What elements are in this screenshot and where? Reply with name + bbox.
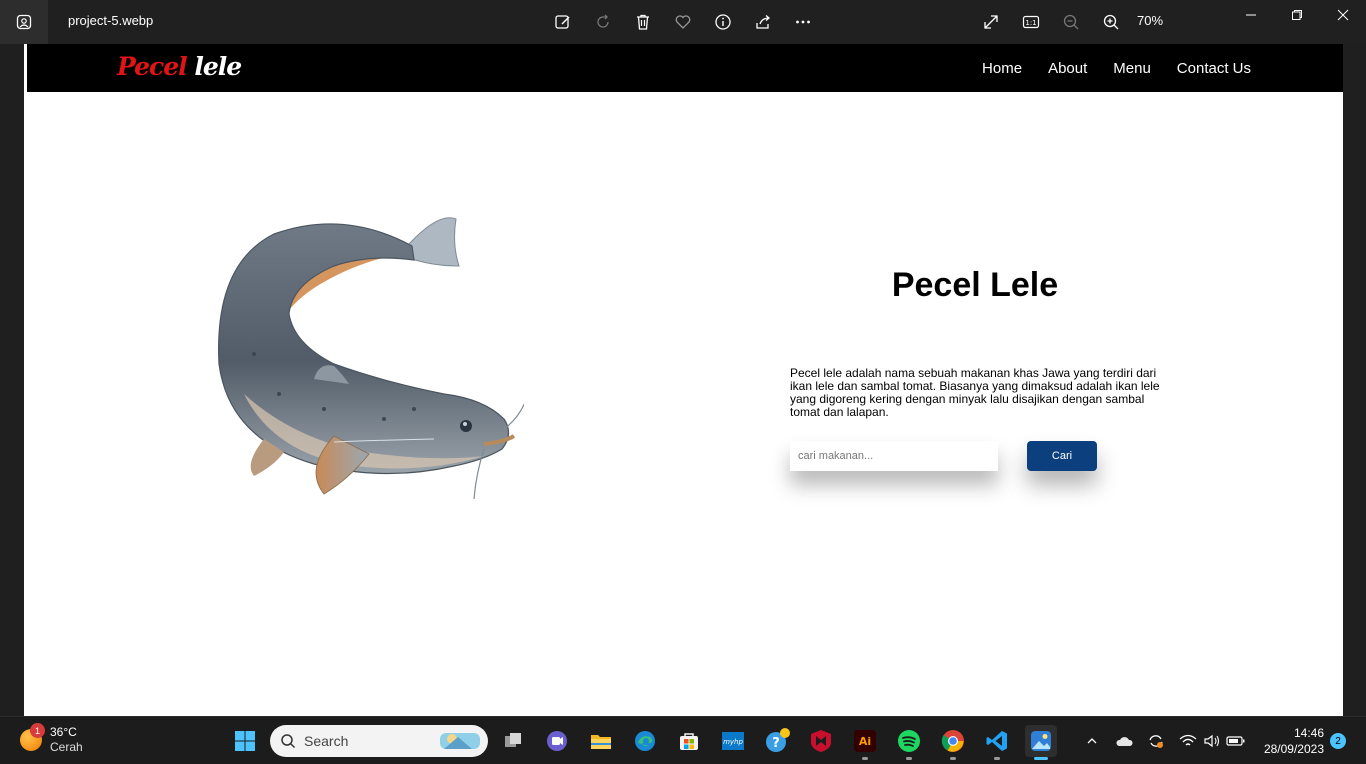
share-icon[interactable] (751, 10, 775, 34)
image-viewer: Pecel lele Home About Menu Contact Us Pe… (0, 44, 1366, 716)
weather-temp: 36°C (50, 725, 77, 739)
taskbar-search[interactable]: Search (270, 725, 488, 757)
restore-button[interactable] (1274, 0, 1320, 30)
photos-app-icon (0, 0, 48, 44)
edge-icon[interactable] (629, 725, 661, 757)
svg-text:myhp: myhp (723, 738, 743, 746)
photos-icon[interactable] (1025, 725, 1057, 760)
logo-part-2: lele (194, 52, 242, 81)
sun-icon: 1 (20, 723, 45, 751)
more-icon[interactable] (791, 10, 815, 34)
spotify-icon[interactable] (893, 725, 925, 760)
sync-icon[interactable] (1146, 731, 1166, 751)
clock-time: 14:46 (1293, 726, 1324, 740)
hero-description: Pecel lele adalah nama sebuah makanan kh… (790, 366, 1160, 419)
help-icon[interactable]: ? (761, 725, 793, 757)
info-icon[interactable] (711, 10, 735, 34)
close-button[interactable] (1320, 0, 1366, 30)
illustrator-icon[interactable]: Ai (849, 725, 881, 760)
task-view-icon[interactable] (497, 725, 529, 757)
minimize-button[interactable] (1228, 0, 1274, 30)
taskbar: 1 36°C Cerah Search myhp ? Ai 14:46 28/0… (0, 716, 1366, 764)
actual-size-icon[interactable]: 1:1 (1019, 10, 1043, 34)
zoom-in-icon[interactable] (1099, 10, 1123, 34)
nav-home[interactable]: Home (982, 60, 1022, 77)
mcafee-icon[interactable] (805, 725, 837, 757)
zoom-out-icon[interactable] (1059, 10, 1083, 34)
volume-icon[interactable] (1202, 731, 1222, 751)
running-indicator (862, 757, 868, 760)
nav-contact-us[interactable]: Contact Us (1177, 60, 1251, 77)
catfish-image (218, 217, 524, 500)
rotate-icon[interactable] (591, 10, 615, 34)
system-clock[interactable]: 14:46 28/09/2023 (1258, 725, 1324, 757)
battery-icon[interactable] (1226, 731, 1246, 751)
delete-icon[interactable] (631, 10, 655, 34)
photos-titlebar: project-5.webp 1:1 70% (0, 0, 1366, 44)
logo-part-1: Pecel (117, 52, 188, 81)
weather-badge: 1 (30, 723, 45, 738)
clock-date: 28/09/2023 (1263, 742, 1324, 756)
hero-title: Pecel Lele (891, 266, 1059, 304)
running-indicator (950, 757, 956, 760)
nav-about[interactable]: About (1048, 60, 1087, 77)
site-logo[interactable]: Pecel lele (117, 52, 242, 81)
webpage-preview: Pecel lele Home About Menu Contact Us Pe… (24, 44, 1343, 716)
nav-links: Home About Menu Contact Us (982, 60, 1251, 77)
svg-text:Ai: Ai (859, 735, 871, 748)
myhp-icon[interactable]: myhp (717, 725, 749, 757)
nav-menu[interactable]: Menu (1113, 60, 1151, 77)
search-label: Search (304, 733, 349, 749)
search-highlight-icon (440, 733, 480, 749)
teams-icon[interactable] (541, 725, 573, 757)
svg-text:1:1: 1:1 (1025, 19, 1036, 27)
active-indicator (1034, 757, 1048, 760)
chrome-icon[interactable] (937, 725, 969, 760)
onedrive-icon[interactable] (1114, 731, 1134, 751)
site-navbar: Pecel lele Home About Menu Contact Us (27, 44, 1343, 92)
weather-condition: Cerah (50, 740, 83, 754)
file-name: project-5.webp (68, 13, 154, 28)
vscode-icon[interactable] (981, 725, 1013, 760)
favorite-icon[interactable] (671, 10, 695, 34)
wifi-icon[interactable] (1178, 731, 1198, 751)
file-explorer-icon[interactable] (585, 725, 617, 757)
search-button[interactable]: Cari (1027, 441, 1097, 471)
svg-text:?: ? (772, 736, 780, 751)
weather-widget[interactable]: 1 36°C Cerah (20, 723, 83, 755)
start-icon[interactable] (229, 725, 261, 757)
food-search-input[interactable] (790, 441, 998, 471)
notification-badge[interactable]: 2 (1330, 733, 1346, 749)
zoom-level[interactable]: 70% (1137, 13, 1163, 28)
running-indicator (994, 757, 1000, 760)
edit-icon[interactable] (551, 10, 575, 34)
search-icon (281, 734, 296, 749)
fullscreen-icon[interactable] (979, 10, 1003, 34)
store-icon[interactable] (673, 725, 705, 757)
running-indicator (906, 757, 912, 760)
chevron-up-icon[interactable] (1082, 731, 1102, 751)
